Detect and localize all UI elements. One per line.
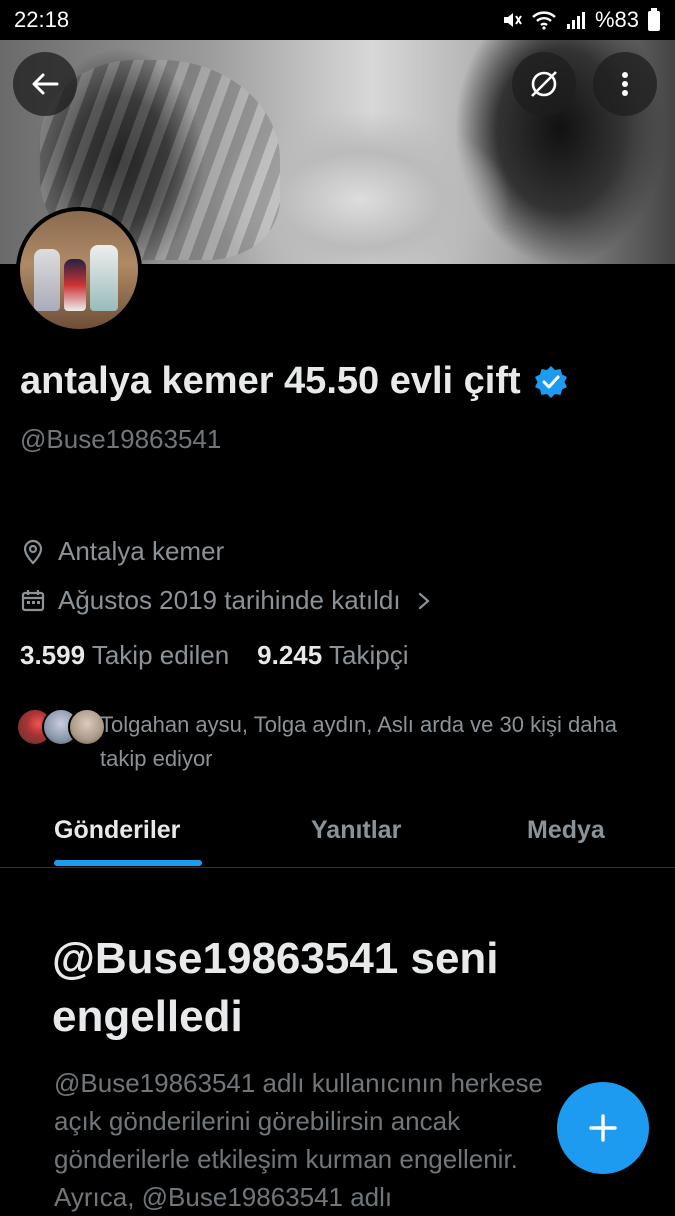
tab-media[interactable]: Medya (527, 816, 605, 845)
joined-row[interactable]: Ağustos 2019 tarihinde katıldı (20, 585, 435, 616)
mutual-followers-text[interactable]: Tolgahan aysu, Tolga aydın, Aslı arda ve… (100, 708, 660, 776)
more-button[interactable] (593, 52, 657, 116)
more-vertical-icon (622, 72, 628, 96)
signal-icon (566, 12, 585, 29)
following-label: Takip edilen (91, 640, 230, 670)
tab-replies[interactable]: Yanıtlar (311, 816, 401, 845)
avatar-bottle (34, 249, 60, 311)
status-time: 22:18 (14, 7, 70, 32)
chevron-right-icon (418, 592, 430, 609)
avatar[interactable] (16, 207, 142, 333)
avatar-bottle (90, 245, 118, 311)
grok-button[interactable] (512, 52, 576, 116)
profile-name-row: antalya kemer 45.50 evli çift (20, 360, 569, 403)
follow-stats: 3.599 Takip edilen 9.245 Takipçi (20, 640, 408, 671)
mute-icon (503, 13, 522, 27)
joined-text: Ağustos 2019 tarihinde katıldı (58, 585, 401, 615)
active-tab-indicator (54, 860, 202, 866)
avatar-can (64, 259, 86, 311)
profile-tabs: Gönderiler Yanıtlar Medya (0, 790, 675, 868)
status-bar: 22:18 %83 (0, 0, 675, 40)
location-text: Antalya kemer (58, 536, 225, 566)
plus-icon (589, 1114, 617, 1142)
battery-percent: %83 (594, 7, 639, 32)
status-icons: %83 (501, 7, 661, 33)
calendar-icon (21, 589, 45, 611)
profile-handle: @Buse19863541 (20, 424, 222, 454)
mutual-followers-avatars[interactable] (16, 708, 106, 746)
wifi-icon (532, 11, 556, 30)
followers-label: Takipçi (329, 640, 409, 670)
blocked-body: @Buse19863541 adlı kullanıcının herkese … (54, 1068, 543, 1212)
compose-button[interactable] (557, 1082, 649, 1174)
blocked-title: @Buse19863541 seni engelledi (52, 934, 499, 1041)
arrow-left-icon (32, 73, 59, 95)
location-row: Antalya kemer (20, 536, 224, 567)
grok-icon (531, 71, 557, 97)
followers-count: 9.245 (257, 640, 323, 670)
battery-icon (648, 8, 660, 31)
followers-link[interactable]: 9.245 Takipçi (257, 640, 408, 671)
verified-badge-icon (534, 365, 567, 398)
following-count: 3.599 (20, 640, 86, 670)
back-button[interactable] (13, 52, 77, 116)
tab-posts[interactable]: Gönderiler (54, 816, 180, 845)
profile-name: antalya kemer 45.50 evli çift (20, 360, 521, 402)
following-link[interactable]: 3.599 Takip edilen (20, 640, 229, 671)
location-pin-icon (23, 539, 43, 565)
